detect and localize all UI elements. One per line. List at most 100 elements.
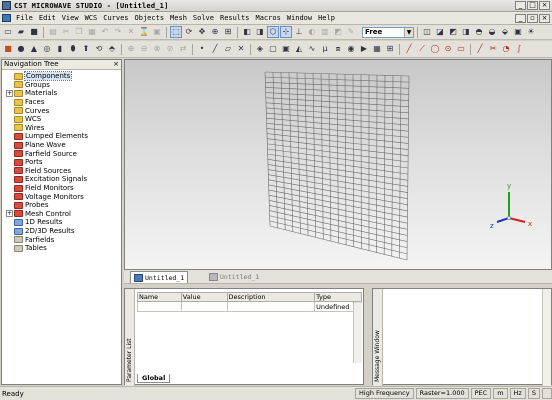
minimize-button[interactable]: _ (515, 1, 526, 10)
solver-icon[interactable]: ▶ (358, 43, 370, 55)
rotate-icon[interactable]: ⟳ (183, 26, 195, 38)
pick-point-icon[interactable]: • (196, 43, 208, 55)
param-value-cell[interactable] (180, 301, 228, 312)
column-header-type[interactable]: Type (314, 292, 362, 302)
reset-view-icon[interactable]: ◧ (241, 26, 253, 38)
tree-item[interactable]: Curves (6, 106, 49, 115)
tree-item[interactable]: Tables (6, 244, 47, 253)
menu-solve[interactable]: Solve (190, 14, 217, 22)
curve-trim-icon[interactable]: ✂ (487, 43, 499, 55)
tab-untitled-1-inactive[interactable]: Untitled_1 (206, 271, 262, 283)
unit-frequency-status[interactable]: Hz (509, 388, 526, 399)
shade-icon[interactable]: ◐ (306, 26, 318, 38)
menu-edit[interactable]: Edit (36, 14, 59, 22)
boundary-icon[interactable]: ▣ (280, 43, 292, 55)
tree-item[interactable]: Components (6, 71, 73, 82)
delete-icon[interactable]: ✕ (125, 26, 137, 38)
draw-icon[interactable]: ✎ (345, 26, 357, 38)
close-icon[interactable]: × (113, 60, 119, 69)
cut-icon[interactable]: ✂ (60, 26, 72, 38)
background-icon[interactable]: ▢ (267, 43, 279, 55)
torus-icon[interactable]: ◎ (41, 43, 53, 55)
symmetry-icon[interactable]: ◭ (293, 43, 305, 55)
pan-icon[interactable]: ✥ (196, 26, 208, 38)
unit-length-status[interactable]: m (493, 388, 508, 399)
menu-results[interactable]: Results (217, 14, 253, 22)
iso-view-icon[interactable]: ⬙ (499, 26, 511, 38)
loft-icon[interactable]: ⬘ (106, 43, 118, 55)
elliptical-cylinder-icon[interactable]: ⬮ (67, 43, 79, 55)
column-header-value[interactable]: Value (180, 292, 228, 302)
units-icon[interactable]: µ (319, 43, 331, 55)
boolean-subtract-icon[interactable]: ⊖ (138, 43, 150, 55)
menu-objects[interactable]: Objects (132, 14, 168, 22)
zoom-window-icon[interactable]: ⊞ (222, 26, 234, 38)
menu-curves[interactable]: Curves (100, 14, 131, 22)
zoom-icon[interactable]: ⊕ (209, 26, 221, 38)
open-folder-icon[interactable]: ▰ (15, 26, 27, 38)
sphere-icon[interactable]: ● (15, 43, 27, 55)
wireframe-mesh[interactable] (264, 71, 410, 261)
tree-item[interactable]: Farfields (6, 235, 54, 244)
top-view-icon[interactable]: ◓ (473, 26, 485, 38)
pec-status[interactable]: PEC (470, 388, 492, 399)
tree-item[interactable]: Faces (6, 98, 44, 107)
material-icon[interactable]: ◈ (254, 43, 266, 55)
curve-ellipse-icon[interactable]: ⊙ (442, 43, 454, 55)
curve-edit-icon[interactable]: ╱ (474, 43, 486, 55)
tree-item[interactable]: Farfield Source (6, 149, 77, 158)
tree-item[interactable]: WCS (6, 115, 41, 124)
bottom-view-icon[interactable]: ◒ (486, 26, 498, 38)
document-icon[interactable] (2, 14, 11, 22)
unit-time-status[interactable]: S (527, 388, 540, 399)
cone-icon[interactable]: ▲ (28, 43, 40, 55)
menu-help[interactable]: Help (315, 14, 338, 22)
curve-spline-icon[interactable]: ∫ (513, 43, 525, 55)
history-icon[interactable]: ⌛ (138, 26, 150, 38)
tree-item[interactable]: 1D Results (6, 218, 62, 227)
back-view-icon[interactable]: ◪ (434, 26, 446, 38)
3d-viewport[interactable]: y x z (124, 59, 552, 270)
menu-wcs[interactable]: WCS (82, 14, 101, 22)
mdi-close-button[interactable]: × (539, 14, 550, 23)
raster-status[interactable]: Raster=1.000 (415, 388, 469, 399)
tree-item[interactable]: Wires (6, 124, 44, 133)
menu-file[interactable]: File (13, 14, 36, 22)
cylinder-icon[interactable]: ▮ (54, 43, 66, 55)
tab-untitled-1[interactable]: Untitled_1 (130, 271, 189, 283)
resize-grip[interactable] (542, 388, 552, 399)
menu-window[interactable]: Window (284, 14, 315, 22)
screenshot-icon[interactable]: ▣ (512, 26, 524, 38)
tree-item[interactable]: Groups (6, 81, 50, 90)
close-button[interactable]: × (539, 1, 550, 10)
extrude-icon[interactable]: ⬆ (80, 43, 92, 55)
left-view-icon[interactable]: ◩ (447, 26, 459, 38)
boolean-insert-icon[interactable]: ⊘ (164, 43, 176, 55)
port-icon[interactable]: ⧈ (332, 43, 344, 55)
mesh-view-icon[interactable]: ▥ (319, 26, 331, 38)
curve-arc-icon[interactable]: ◔ (500, 43, 512, 55)
viewport-canvas[interactable]: y x z (125, 60, 552, 270)
tree-item[interactable]: + Materials (6, 89, 57, 98)
param-name-cell[interactable] (137, 301, 182, 312)
maximize-button[interactable]: □ (527, 1, 538, 10)
pick-face-icon[interactable]: ▱ (222, 43, 234, 55)
cutplane-icon[interactable]: ◩ (332, 26, 344, 38)
frequency-icon[interactable]: ∿ (306, 43, 318, 55)
pick-edge-icon[interactable]: ╱ (209, 43, 221, 55)
tree-item[interactable]: Probes (6, 201, 49, 210)
tree-item[interactable]: Excitation Signals (6, 175, 87, 184)
save-icon[interactable]: ■ (28, 26, 40, 38)
front-view-icon[interactable]: ◫ (421, 26, 433, 38)
menu-mesh[interactable]: Mesh (167, 14, 190, 22)
rotate-shape-icon[interactable]: ⟲ (93, 43, 105, 55)
print-icon[interactable]: ▤ (47, 26, 59, 38)
undo-icon[interactable]: ↶ (99, 26, 111, 38)
tree-item[interactable]: Voltage Monitors (6, 192, 84, 201)
curve-polyline-icon[interactable]: ⟋ (416, 43, 428, 55)
tree-item[interactable]: Field Sources (6, 167, 71, 176)
frequency-mode-status[interactable]: High Frequency (355, 388, 414, 399)
mesh-icon[interactable]: ▦ (371, 43, 383, 55)
wcs-view-icon[interactable]: ⊹ (280, 26, 292, 38)
expand-icon[interactable]: + (6, 210, 13, 218)
